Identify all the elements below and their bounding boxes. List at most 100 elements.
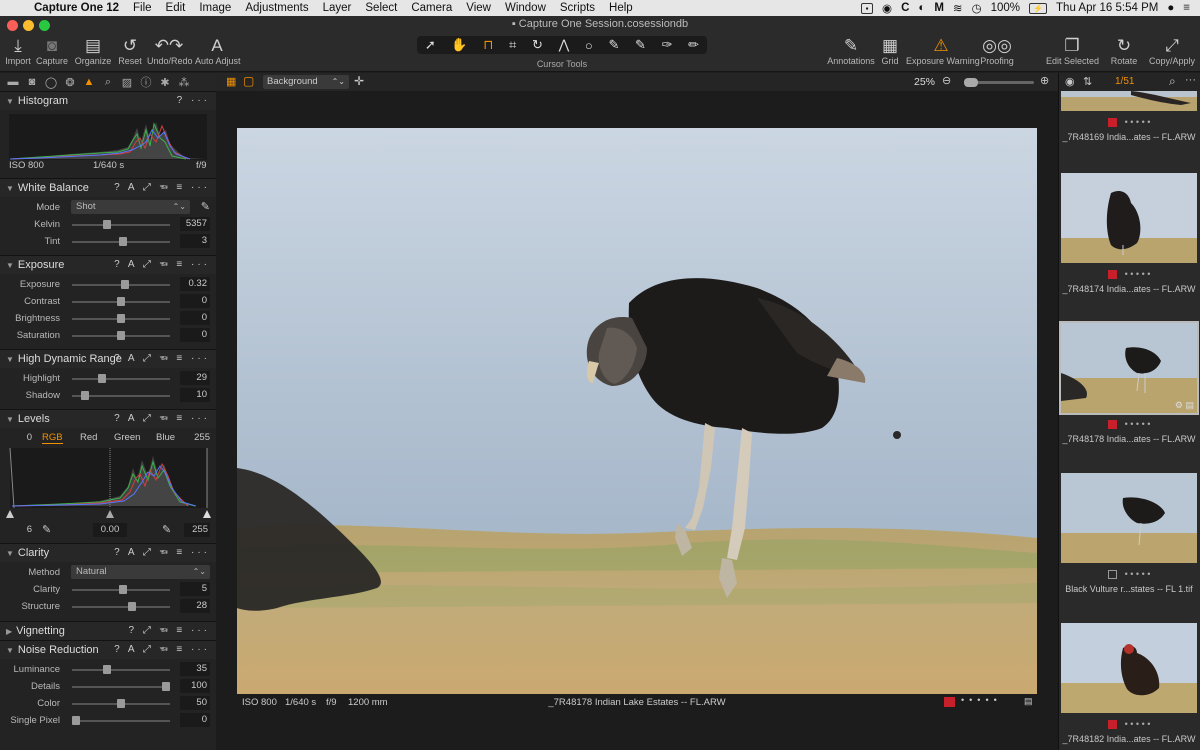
noise-reduction-header[interactable]: ▼ Noise Reduction? A ⤢ ☜ ≡ ··· [0,641,216,659]
capture-tab-icon[interactable]: ◙ [24,76,40,88]
adjustments-tab-icon[interactable]: ▨ [119,76,135,89]
noise-adjust-slider-knob[interactable] [103,665,111,674]
exposure-adjust-value[interactable]: 0 [180,311,210,325]
levels-channel-blue[interactable]: Blue [156,432,175,443]
eye-icon[interactable]: ◉ [1065,75,1075,88]
thumbnail-color-tag[interactable] [1107,118,1117,128]
single-view-icon[interactable]: ▢ [243,74,254,88]
creative-cloud-icon[interactable]: ◉ [882,1,892,15]
time-machine-icon[interactable]: ◷ [972,1,982,15]
star-rating[interactable]: • • • • • [1125,117,1151,127]
gradient-icon[interactable]: ✎ [635,37,646,53]
output-tab-icon[interactable]: ✱ [157,76,173,89]
clarity-adjust-slider-track[interactable] [72,606,170,608]
thumbnail-image[interactable] [1061,173,1197,263]
vignetting-header[interactable]: ▶ Vignetting? ⤢ ☜ ≡ ··· [0,622,216,640]
noise-adjust-slider-track[interactable] [72,720,170,722]
section-tools-icons[interactable]: ? A ⤢ ☜ ≡ ··· [114,641,210,659]
exposure-adjust-slider-knob[interactable] [121,280,129,289]
kelvin-value[interactable]: 5357 [180,217,210,231]
pan-hand-icon[interactable]: ✋ [451,37,467,53]
star-rating[interactable]: • • • • • [1125,569,1151,579]
main-photo[interactable] [237,128,1037,694]
exposure-adjust-slider-knob[interactable] [117,314,125,323]
moon-icon[interactable]: ◐ [918,2,925,14]
battery-icon[interactable]: ⚡ [1029,2,1048,14]
exposure-tab-icon[interactable]: ▲ [81,76,97,88]
background-select[interactable]: Background ⌃⌄ [263,75,349,89]
keystone-icon[interactable]: ⋀ [559,37,570,53]
thumbnail-image[interactable] [1061,623,1197,713]
menu-image[interactable]: Image [192,2,238,14]
gmail-icon[interactable]: M [934,2,944,14]
metadata-tab-icon[interactable]: ⓘ [138,74,154,90]
kelvin-slider-knob[interactable] [103,220,111,229]
grid-button[interactable]: ▦ Grid [878,36,902,66]
noise-adjust-slider-knob[interactable] [162,682,170,691]
thumbnail-color-tag[interactable] [1107,270,1117,280]
hdr-adjust-value[interactable]: 29 [180,371,210,385]
list-menu-icon[interactable]: ≡ [1183,2,1190,14]
menu-help[interactable]: Help [602,2,640,14]
zoom-slider-knob[interactable] [964,78,978,87]
star-rating[interactable]: • • • • • [1125,269,1151,279]
spot-removal-icon[interactable]: ○ [585,38,593,53]
exposure-adjust-slider-knob[interactable] [117,297,125,306]
star-rating[interactable]: • • • • • [1125,419,1151,429]
undo-redo-button[interactable]: ↶↷ Undo/Redo [147,36,193,66]
levels-header[interactable]: ▼ Levels? A ⤢ ☜ ≡ ··· [0,410,216,428]
thumbnail-image[interactable] [1061,91,1197,111]
clarity-adjust-value[interactable]: 5 [180,582,210,596]
menu-window[interactable]: Window [498,2,553,14]
color-tab-icon[interactable]: ❂ [62,76,78,89]
copy-apply-button[interactable]: ⤢ Copy/Apply [1149,36,1195,66]
noise-adjust-value[interactable]: 50 [180,696,210,710]
sort-icon[interactable]: ⇅ [1083,75,1092,88]
brush-icon[interactable]: ✎ [608,37,619,53]
histogram-header[interactable]: ▼ Histogram? ··· [0,92,216,110]
browser-search-icon[interactable]: ⌕ [1169,74,1176,89]
eyedropper-icon[interactable]: ✎ [201,200,210,213]
thumbnail-color-tag[interactable] [1107,420,1117,430]
menu-adjustments[interactable]: Adjustments [238,2,315,14]
viewer-options-icon[interactable]: ▤ [1024,696,1033,707]
thumbnail-rating[interactable]: • • • • • [1061,719,1197,731]
rotate-button[interactable]: ↻ Rotate [1109,36,1139,66]
browser-more-icon[interactable]: ··· [1185,74,1196,86]
batch-tab-icon[interactable]: ⁂ [176,76,192,89]
hdr-adjust-slider-track[interactable] [72,378,170,380]
add-variant-icon[interactable]: ✛ [354,74,364,88]
capture-button[interactable]: ◙ Capture [35,36,69,66]
thumbnail-rating[interactable]: • • • • • [1061,117,1197,129]
star-rating[interactable]: • • • • • [1125,719,1151,729]
clarity-adjust-slider-knob[interactable] [128,602,136,611]
annotations-button[interactable]: ✎ Annotations [826,36,876,66]
noise-adjust-slider-track[interactable] [72,686,170,688]
menu-app[interactable]: Capture One 12 [30,2,126,14]
rotate-icon[interactable]: ↻ [532,37,543,53]
menu-select[interactable]: Select [358,2,404,14]
levels-input-high[interactable]: 255 [186,432,210,443]
zoom-out-icon[interactable]: ⊖ [942,74,951,87]
levels-channel-red[interactable]: Red [80,432,97,443]
select-cursor-icon[interactable]: ➚ [425,37,436,53]
star-rating[interactable]: ••••• [961,695,1002,705]
hdr-header[interactable]: ▼ High Dynamic Range? A ⤢ ☜ ≡ ··· [0,350,216,368]
auto-adjust-button[interactable]: A Auto Adjust [195,36,241,66]
section-tools-icons[interactable]: ? A ⤢ ☜ ≡ ··· [114,544,210,562]
thumbnail-rating[interactable]: • • • • • [1061,419,1197,431]
thumbnail-color-tag[interactable] [1107,570,1117,580]
reset-button[interactable]: ↺ Reset [116,36,144,66]
hdr-adjust-slider-knob[interactable] [81,391,89,400]
exposure-adjust-slider-knob[interactable] [117,331,125,340]
levels-output-low[interactable]: 6 [8,524,32,535]
noise-adjust-value[interactable]: 100 [180,679,210,693]
section-tools-icons[interactable]: ? A ⤢ ☜ ≡ ··· [114,256,210,274]
levels-channel-rgb[interactable]: RGB [42,432,63,444]
tint-value[interactable]: 3 [180,234,210,248]
section-help-icons[interactable]: ? ··· [177,92,210,110]
proofing-button[interactable]: ◎◎ Proofing [979,36,1015,66]
section-tools-icons[interactable]: ? ⤢ ☜ ≡ ··· [129,622,211,640]
menu-scripts[interactable]: Scripts [553,2,602,14]
clock[interactable]: Thu Apr 16 5:54 PM [1056,2,1158,14]
